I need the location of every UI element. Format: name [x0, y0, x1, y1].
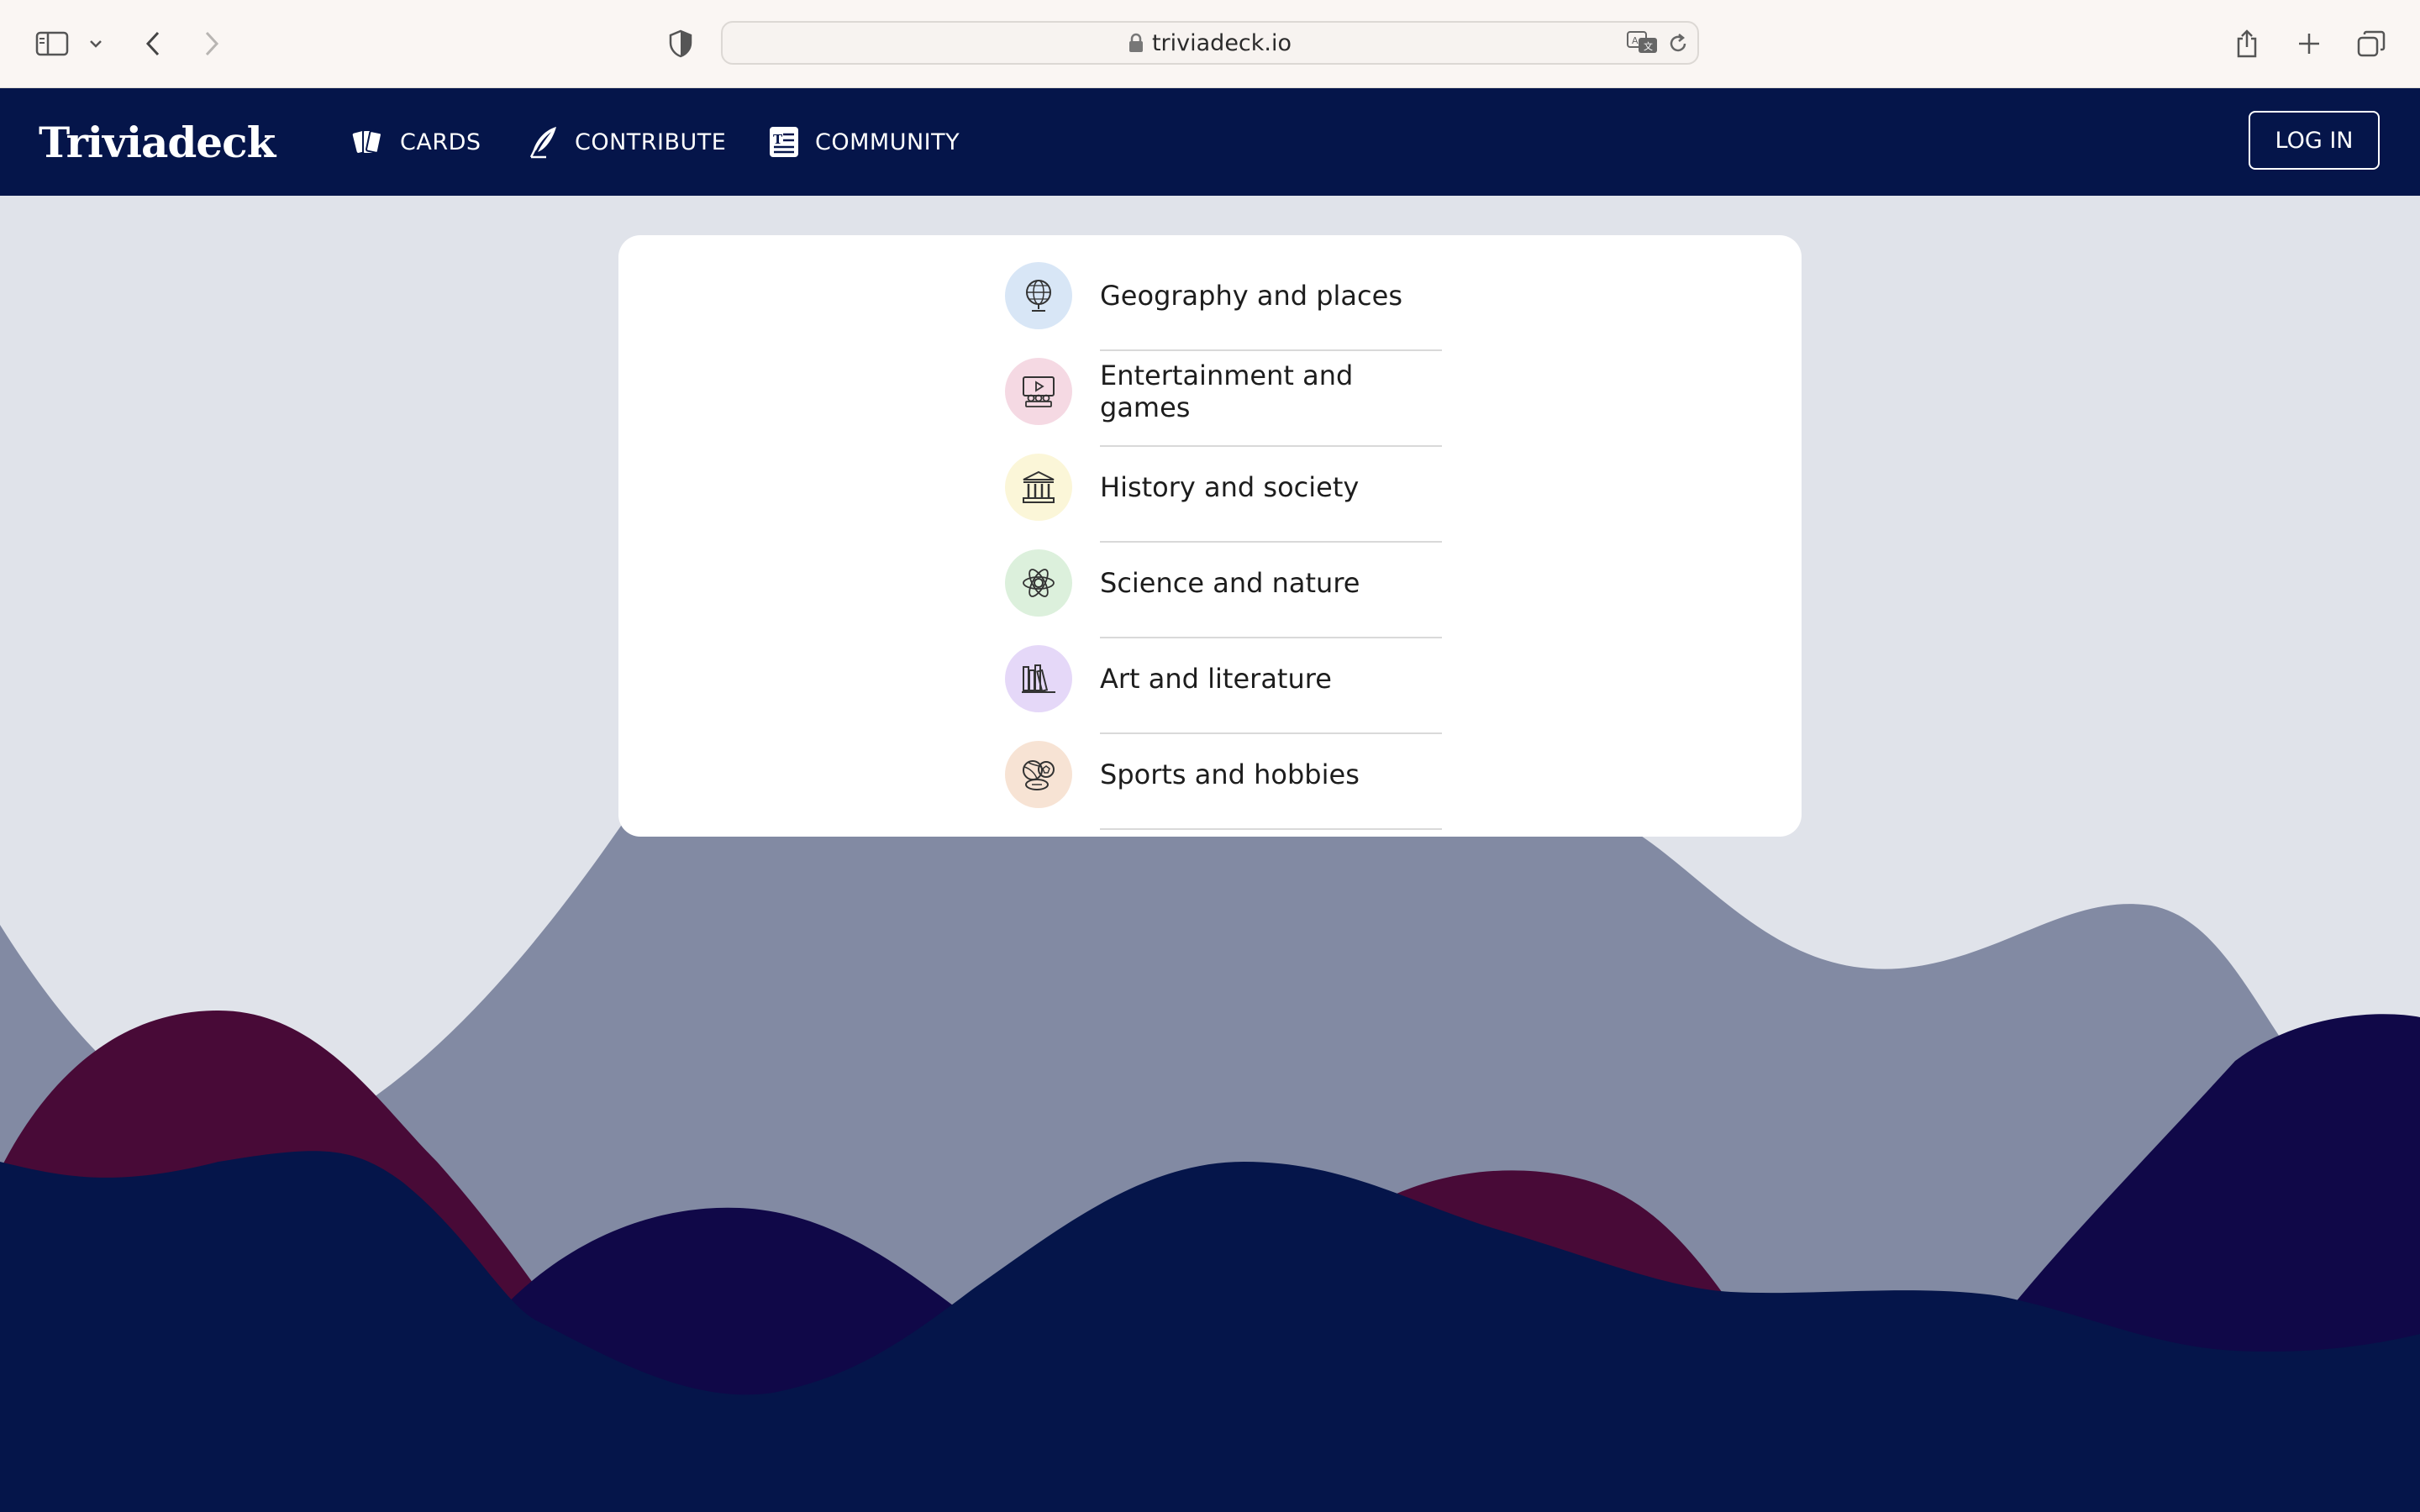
category-list: Geography and places Entertainment and g…	[1005, 260, 1442, 835]
share-icon[interactable]	[2232, 0, 2262, 87]
divider	[1100, 445, 1442, 447]
museum-icon	[1005, 454, 1072, 521]
svg-text:T: T	[773, 132, 783, 147]
address-bar[interactable]: triviadeck.io A文	[721, 21, 1699, 65]
privacy-shield-icon[interactable]	[666, 0, 696, 87]
atom-icon	[1005, 549, 1072, 617]
category-item-history[interactable]: History and society	[1005, 452, 1442, 548]
category-card: Geography and places Entertainment and g…	[618, 235, 1802, 837]
divider	[1100, 349, 1442, 351]
sports-balls-icon	[1005, 741, 1072, 808]
category-label: Sports and hobbies	[1100, 759, 1360, 790]
back-arrow-icon[interactable]	[139, 0, 166, 87]
newspaper-icon: T	[768, 125, 800, 159]
divider	[1100, 732, 1442, 734]
lock-icon	[1128, 33, 1144, 53]
category-item-art[interactable]: Art and literature	[1005, 643, 1442, 739]
divider	[1100, 828, 1442, 830]
url-text: triviadeck.io	[1151, 29, 1292, 56]
site-header: Triviadeck CARDS CONTRIBUTE T COMMUNITY …	[0, 88, 2420, 196]
nav-cards-link[interactable]: CARDS	[351, 88, 481, 196]
category-label: History and society	[1100, 471, 1360, 503]
nav-contribute-link[interactable]: CONTRIBUTE	[528, 88, 726, 196]
category-item-geography[interactable]: Geography and places	[1005, 260, 1442, 356]
divider	[1100, 541, 1442, 543]
category-label: Science and nature	[1100, 567, 1360, 599]
reload-icon[interactable]	[1667, 33, 1689, 55]
chevron-down-icon[interactable]	[86, 0, 106, 87]
svg-text:文: 文	[1644, 40, 1653, 52]
translate-icon[interactable]: A文	[1627, 31, 1659, 55]
quill-pen-icon	[528, 125, 560, 159]
login-button[interactable]: LOG IN	[2249, 111, 2380, 170]
category-item-science[interactable]: Science and nature	[1005, 548, 1442, 643]
cards-icon	[351, 125, 385, 159]
forward-arrow-icon[interactable]	[198, 0, 225, 87]
nav-contribute-label: CONTRIBUTE	[575, 129, 727, 155]
category-item-entertainment[interactable]: Entertainment and games	[1005, 356, 1442, 452]
category-label: Entertainment and games	[1100, 360, 1354, 423]
tab-overview-icon[interactable]	[2354, 0, 2388, 87]
svg-text:A: A	[1632, 35, 1639, 46]
category-label: Art and literature	[1100, 663, 1332, 695]
sidebar-toggle-icon[interactable]	[32, 0, 72, 87]
nav-cards-label: CARDS	[400, 129, 481, 155]
category-item-sports[interactable]: Sports and hobbies	[1005, 739, 1442, 835]
globe-icon	[1005, 262, 1072, 329]
divider	[1100, 637, 1442, 638]
site-logo[interactable]: Triviadeck	[39, 88, 276, 196]
new-tab-plus-icon[interactable]	[2294, 0, 2324, 87]
nav-community-link[interactable]: T COMMUNITY	[768, 88, 960, 196]
books-icon	[1005, 645, 1072, 712]
nav-community-label: COMMUNITY	[815, 129, 960, 155]
category-label: Geography and places	[1100, 280, 1402, 312]
movie-screen-icon	[1005, 358, 1072, 425]
browser-toolbar: triviadeck.io A文	[0, 0, 2420, 88]
